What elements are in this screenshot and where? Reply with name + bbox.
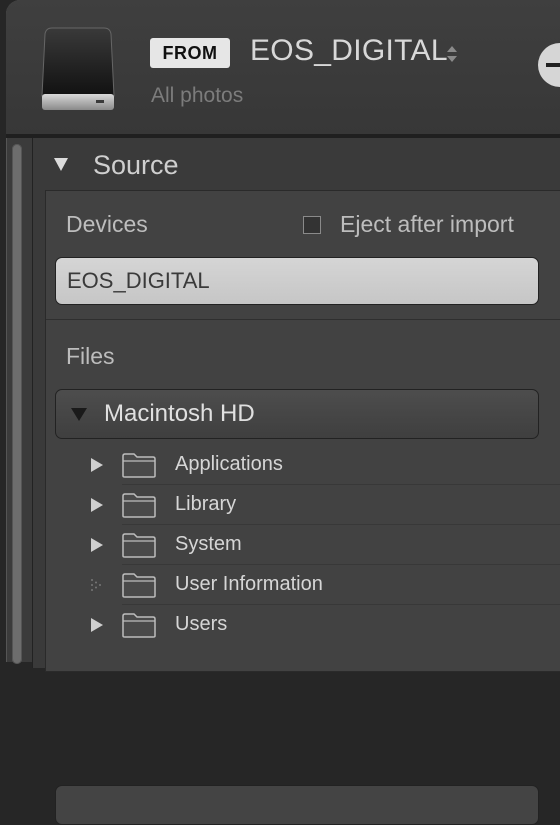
source-subtitle: All photos	[151, 84, 244, 107]
source-panel-header[interactable]: Source	[33, 138, 560, 190]
folder-row-library[interactable]: Library	[86, 485, 560, 525]
folder-icon	[122, 573, 156, 598]
source-panel-body: Devices Eject after import EOS_DIGITAL F…	[45, 190, 560, 825]
folder-name: System	[175, 533, 242, 555]
import-header: FROM EOS_DIGITAL All photos	[6, 0, 560, 136]
import-window: FROM EOS_DIGITAL All photos Source Devic…	[6, 0, 560, 825]
eject-checkbox[interactable]	[303, 216, 321, 234]
folder-name: Library	[175, 493, 237, 515]
folder-row-user-information[interactable]: User Information	[86, 565, 560, 605]
folder-icon	[122, 453, 156, 478]
devices-label: Devices	[66, 211, 148, 237]
triangle-right-dotted-icon	[91, 579, 101, 591]
eject-label[interactable]: Eject after import	[340, 211, 514, 238]
source-selector[interactable]: EOS_DIGITAL	[250, 34, 448, 68]
source-panel-title: Source	[93, 150, 179, 180]
from-badge: FROM	[150, 38, 230, 68]
hard-drive-icon	[41, 27, 115, 110]
section-divider	[46, 319, 560, 320]
updown-arrows-icon[interactable]	[446, 44, 458, 64]
folder-name: User Information	[175, 573, 323, 595]
triangle-down-icon[interactable]	[70, 406, 88, 422]
triangle-right-icon[interactable]	[90, 617, 104, 633]
folder-row-system[interactable]: System	[86, 525, 560, 565]
folder-name: Users	[175, 613, 228, 635]
device-item-selected[interactable]: EOS_DIGITAL	[55, 257, 539, 305]
triangle-right-icon[interactable]	[90, 537, 104, 553]
next-volume-row[interactable]	[55, 785, 539, 825]
collapse-button[interactable]	[538, 43, 560, 87]
folder-name: Applications	[175, 453, 283, 475]
source-panel: Source Devices Eject after import EOS_DI…	[32, 138, 560, 825]
volume-label: Macintosh HD	[104, 400, 255, 427]
folder-icon	[122, 493, 156, 518]
folder-icon	[122, 613, 156, 638]
files-label: Files	[66, 343, 115, 369]
folder-icon	[122, 533, 156, 558]
folder-row-applications[interactable]: Applications	[86, 445, 560, 485]
left-scrollbar[interactable]	[12, 144, 22, 664]
triangle-right-icon[interactable]	[90, 457, 104, 473]
triangle-down-icon[interactable]	[53, 156, 69, 172]
triangle-right-icon[interactable]	[90, 497, 104, 513]
folder-row-users[interactable]: Users	[86, 605, 560, 645]
volume-macintosh-hd[interactable]: Macintosh HD	[55, 389, 539, 439]
